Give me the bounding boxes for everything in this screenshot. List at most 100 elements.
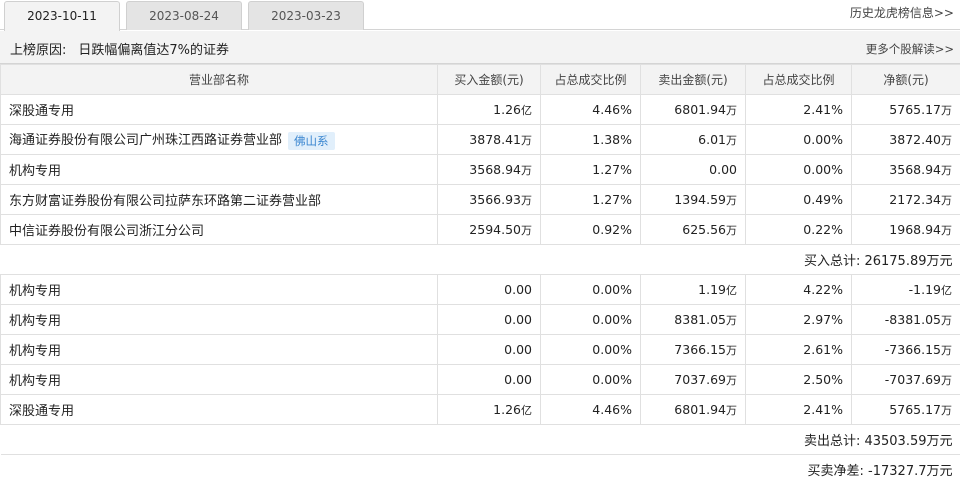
- buy-amount: 3878.41: [469, 131, 521, 147]
- sell-pct-cell: 2.41%: [745, 394, 852, 425]
- broker-name[interactable]: 深股通专用: [9, 404, 74, 419]
- reason-value: 日跌幅偏离值达7%的证券: [78, 43, 230, 58]
- buy-pct-cell: 0.00%: [540, 274, 641, 305]
- buy-total-section: 买入总计: 26175.89万元: [0, 244, 960, 275]
- sell-unit: 万: [726, 223, 737, 237]
- sell-amount: 7366.15: [674, 341, 726, 357]
- tab-2023-03-23[interactable]: 2023-03-23: [248, 1, 364, 30]
- buy-unit: 万: [521, 223, 532, 237]
- buy-unit: 万: [521, 193, 532, 207]
- broker-name[interactable]: 机构专用: [9, 314, 61, 329]
- net-total-label: 买卖净差:: [807, 464, 864, 479]
- table-header-row: 营业部名称 买入金额(元) 占总成交比例 卖出金额(元) 占总成交比例 净额(元…: [0, 64, 960, 95]
- net-amount-cell: 2172.34万: [851, 184, 960, 215]
- more-analysis-link[interactable]: 更多个股解读>>: [866, 41, 954, 57]
- net-amount: 1968.94: [889, 221, 941, 237]
- broker-name-cell: 东方财富证券股份有限公司拉萨东环路第二证券营业部: [0, 184, 438, 215]
- sell-amount: 1394.59: [674, 191, 726, 207]
- sell-unit: 万: [726, 313, 737, 327]
- buy-amount-cell: 0.00: [437, 304, 541, 335]
- net-amount-cell: -7366.15万: [851, 334, 960, 365]
- broker-name-cell: 机构专用: [0, 334, 438, 365]
- table-row: 机构专用 3568.94万 1.27% 0.00 0.00% 3568.94万: [0, 154, 960, 185]
- broker-name[interactable]: 东方财富证券股份有限公司拉萨东环路第二证券营业部: [9, 194, 321, 209]
- buy-amount-cell: 3568.94万: [437, 154, 541, 185]
- net-amount-cell: 3568.94万: [851, 154, 960, 185]
- net-amount-cell: 3872.40万: [851, 124, 960, 155]
- sell-amount: 6801.94: [674, 101, 726, 117]
- broker-name[interactable]: 深股通专用: [9, 104, 74, 119]
- broker-tag-badge[interactable]: 佛山系: [288, 131, 335, 150]
- sell-pct-cell: 0.22%: [745, 214, 852, 245]
- sell-amount-cell: 1394.59万: [640, 184, 746, 215]
- table-row: 深股通专用 1.26亿 4.46% 6801.94万 2.41% 5765.17万: [0, 394, 960, 425]
- sell-amount-cell: 8381.05万: [640, 304, 746, 335]
- buy-pct-cell: 0.00%: [540, 334, 641, 365]
- header-buy-amount: 买入金额(元): [437, 64, 541, 95]
- buy-amount-cell: 3878.41万: [437, 124, 541, 155]
- buy-amount: 3568.94: [469, 161, 521, 177]
- net-unit: 万: [941, 343, 952, 357]
- reason-label: 上榜原因:: [10, 43, 67, 58]
- date-tab-bar: 2023-10-11 2023-08-24 2023-03-23 历史龙虎榜信息…: [0, 0, 960, 31]
- broker-name-cell: 机构专用: [0, 274, 438, 305]
- buy-amount: 0.00: [504, 372, 532, 387]
- net-unit: 万: [941, 163, 952, 177]
- sell-pct-cell: 2.97%: [745, 304, 852, 335]
- buy-pct-cell: 1.27%: [540, 184, 641, 215]
- net-total-value: -17327.7万元: [868, 464, 953, 479]
- broker-name[interactable]: 机构专用: [9, 284, 61, 299]
- tab-2023-10-11[interactable]: 2023-10-11: [4, 1, 120, 31]
- table-row: 机构专用 0.00 0.00% 1.19亿 4.22% -1.19亿: [0, 274, 960, 305]
- net-amount-cell: -1.19亿: [851, 274, 960, 305]
- history-link[interactable]: 历史龙虎榜信息>>: [850, 4, 954, 21]
- buy-pct-cell: 1.38%: [540, 124, 641, 155]
- buy-amount-cell: 1.26亿: [437, 394, 541, 425]
- table-row: 海通证券股份有限公司广州珠江西路证券营业部 佛山系 3878.41万 1.38% 6.0…: [0, 124, 960, 155]
- tab-2023-08-24[interactable]: 2023-08-24: [126, 1, 242, 30]
- buy-amount: 0.00: [504, 342, 532, 357]
- buy-amount-cell: 0.00: [437, 274, 541, 305]
- sell-amount: 6801.94: [674, 401, 726, 417]
- buy-pct-cell: 1.27%: [540, 154, 641, 185]
- reason-bar: 上榜原因: 日跌幅偏离值达7%的证券 更多个股解读>>: [0, 31, 960, 64]
- broker-name[interactable]: 海通证券股份有限公司广州珠江西路证券营业部: [9, 133, 282, 148]
- header-sell-amount: 卖出金额(元): [640, 64, 746, 95]
- broker-name[interactable]: 机构专用: [9, 344, 61, 359]
- sell-unit: 万: [726, 103, 737, 117]
- net-amount: -8381.05: [884, 311, 941, 327]
- buy-amount-cell: 0.00: [437, 334, 541, 365]
- broker-name[interactable]: 机构专用: [9, 374, 61, 389]
- dragon-tiger-table: 营业部名称 买入金额(元) 占总成交比例 卖出金额(元) 占总成交比例 净额(元…: [0, 64, 960, 482]
- table-row: 机构专用 0.00 0.00% 7366.15 万 2.61% -7366.15万: [0, 334, 960, 365]
- table-row: 深股通专用 1.26亿 4.46% 6801.94万 2.41% 5765.17万: [0, 94, 960, 125]
- buy-unit: 亿: [521, 103, 532, 117]
- sell-unit: 万: [726, 193, 737, 207]
- sell-total-value: 43503.59万元: [864, 434, 953, 449]
- buy-amount-cell: 3566.93万: [437, 184, 541, 215]
- net-amount-cell: 5765.17万: [851, 394, 960, 425]
- broker-name[interactable]: 机构专用: [9, 164, 61, 179]
- sell-amount-cell: 6.01万: [640, 124, 746, 155]
- net-amount-cell: 1968.94万: [851, 214, 960, 245]
- sell-amount: 6.01: [698, 131, 726, 147]
- sell-unit: 万: [726, 133, 737, 147]
- buy-total-row: 买入总计: 26175.89万元: [0, 244, 960, 275]
- sell-total-cell: 卖出总计: 43503.59万元: [0, 424, 960, 455]
- buy-total-label: 买入总计:: [803, 254, 861, 269]
- net-unit: 万: [941, 373, 952, 387]
- buy-amount: 1.26: [493, 101, 521, 117]
- broker-name-cell: 深股通专用: [0, 94, 438, 125]
- sell-pct-cell: 0.00%: [745, 154, 852, 185]
- sell-amount: 8381.05: [674, 311, 726, 327]
- net-amount: -7037.69: [884, 371, 941, 387]
- broker-name[interactable]: 中信证券股份有限公司浙江分公司: [9, 224, 204, 239]
- buy-pct-cell: 4.46%: [540, 394, 641, 425]
- header-broker: 营业部名称: [0, 64, 438, 95]
- sell-total-label: 卖出总计:: [803, 434, 861, 449]
- sell-amount-cell: 6801.94万: [640, 94, 746, 125]
- broker-name-cell: 海通证券股份有限公司广州珠江西路证券营业部 佛山系: [0, 124, 438, 155]
- net-total-cell: 买卖净差: -17327.7万元: [0, 454, 960, 482]
- sell-pct-cell: 2.61%: [745, 334, 852, 365]
- sell-unit: 亿: [726, 283, 737, 297]
